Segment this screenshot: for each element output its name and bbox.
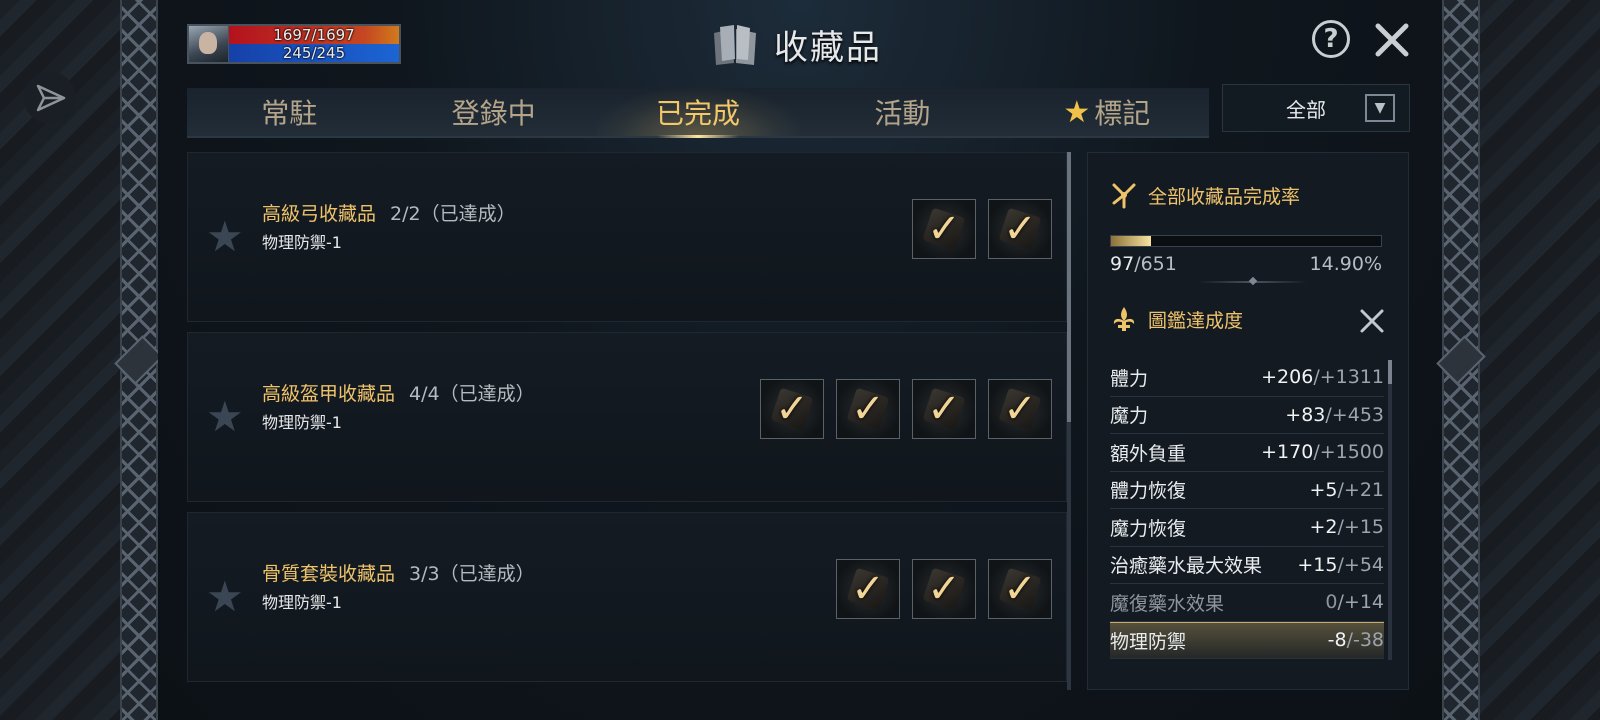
mark-star-icon[interactable]: ★	[206, 575, 244, 619]
send-icon	[36, 84, 66, 112]
check-icon: ✓	[1003, 566, 1037, 612]
filter-selected: 全部	[1286, 97, 1326, 122]
item-slot[interactable]: ✓	[912, 199, 976, 259]
stat-row: 體力 +206/+1311	[1110, 359, 1384, 397]
collapse-close-icon[interactable]	[1356, 305, 1388, 337]
mark-star-icon[interactable]: ★	[206, 215, 244, 259]
left-stone-background	[0, 0, 122, 720]
stat-row: 治癒藥水最大效果 +15/+54	[1110, 547, 1384, 584]
collection-card[interactable]: ★ 骨質套裝收藏品 3/3（已達成） 物理防禦-1 ✓ ✓ ✓	[187, 512, 1067, 682]
player-status: 1697/1697 245/245	[187, 24, 401, 64]
check-icon: ✓	[775, 386, 809, 432]
mark-star-icon[interactable]: ★	[206, 395, 244, 439]
check-icon: ✓	[851, 386, 885, 432]
completion-header: 全部收藏品完成率	[1110, 181, 1300, 209]
stat-row: 魔力恢復 +2/+15	[1110, 509, 1384, 547]
stat-row: 魔復藥水效果 0/+14	[1110, 584, 1384, 622]
right-chain-border	[1436, 0, 1486, 720]
check-icon: ✓	[1003, 386, 1037, 432]
divider	[1198, 281, 1308, 283]
collection-progress: 2/2（已達成）	[390, 203, 516, 225]
question-icon: ?	[1323, 24, 1339, 54]
collection-progress: 3/3（已達成）	[409, 563, 535, 585]
item-slot[interactable]: ✓	[836, 379, 900, 439]
tab-permanent[interactable]: 常駐	[187, 88, 391, 136]
right-stone-background	[1478, 0, 1600, 720]
collection-effect: 物理防禦-1	[262, 413, 342, 432]
stats-scrollbar[interactable]	[1388, 360, 1392, 660]
collection-card[interactable]: ★ 高級盔甲收藏品 4/4（已達成） 物理防禦-1 ✓ ✓ ✓ ✓	[187, 332, 1067, 502]
progress-fill	[1111, 236, 1152, 246]
collection-title: 高級盔甲收藏品	[262, 383, 396, 405]
codex-header: 圖鑑達成度	[1110, 305, 1243, 333]
item-slot[interactable]: ✓	[988, 199, 1052, 259]
collection-effect: 物理防禦-1	[262, 233, 342, 252]
tab-completed[interactable]: 已完成	[595, 88, 801, 138]
stat-row: 體力恢復 +5/+21	[1110, 472, 1384, 509]
check-icon: ✓	[851, 566, 885, 612]
item-slot[interactable]: ✓	[988, 379, 1052, 439]
check-icon: ✓	[927, 206, 961, 252]
completion-progress-bar	[1110, 235, 1382, 247]
collection-list: ★ 高級弓收藏品 2/2（已達成） 物理防禦-1 ✓ ✓ ★ 高級盔甲收藏品 4/4…	[187, 152, 1067, 690]
tab-marked[interactable]: ★ 標記	[1005, 88, 1209, 136]
title-area: 收藏品	[710, 20, 882, 69]
tab-event[interactable]: 活動	[800, 88, 1004, 136]
item-slots: ✓ ✓ ✓ ✓	[760, 379, 1052, 439]
item-slot[interactable]: ✓	[912, 559, 976, 619]
close-icon[interactable]	[1372, 20, 1412, 60]
collection-title: 高級弓收藏品	[262, 203, 377, 225]
stats-list: 體力 +206/+1311 魔力 +83/+453 額外負重 +170/+1500 體…	[1110, 359, 1384, 659]
send-button[interactable]	[24, 72, 76, 124]
check-icon: ✓	[1003, 206, 1037, 252]
list-scrollbar[interactable]	[1067, 152, 1071, 690]
check-icon: ✓	[927, 386, 961, 432]
avatar[interactable]	[189, 26, 229, 62]
item-slot[interactable]: ✓	[988, 559, 1052, 619]
collection-emblem-icon	[1112, 183, 1136, 209]
help-button[interactable]: ?	[1312, 20, 1350, 58]
item-slots: ✓ ✓ ✓	[836, 559, 1052, 619]
completion-percent: 14.90%	[1309, 253, 1382, 275]
stat-row: 魔力 +83/+453	[1110, 397, 1384, 434]
stat-row: 額外負重 +170/+1500	[1110, 434, 1384, 472]
star-icon: ★	[1063, 94, 1091, 130]
page-title: 收藏品	[774, 28, 882, 68]
tab-registering[interactable]: 登錄中	[391, 88, 595, 136]
collection-progress: 4/4（已達成）	[409, 383, 535, 405]
completion-count: 97/651	[1110, 253, 1177, 275]
item-slot[interactable]: ✓	[912, 379, 976, 439]
filter-dropdown[interactable]: 全部 ▼	[1222, 84, 1410, 132]
stat-row-highlighted: 物理防禦 -8/-38	[1110, 621, 1384, 659]
fleur-de-lis-icon	[1113, 307, 1135, 331]
collection-card[interactable]: ★ 高級弓收藏品 2/2（已達成） 物理防禦-1 ✓ ✓	[187, 152, 1067, 322]
item-slot[interactable]: ✓	[836, 559, 900, 619]
left-chain-border	[114, 0, 164, 720]
summary-panel: 全部收藏品完成率 97/651 14.90% 圖鑑達成度 體力 +206/+131…	[1087, 152, 1409, 690]
codex-title: 圖鑑達成度	[1148, 309, 1244, 332]
tab-bar: 常駐 登錄中 已完成 活動 ★ 標記	[187, 88, 1209, 138]
dropdown-arrow-icon: ▼	[1365, 94, 1395, 122]
collection-title: 骨質套裝收藏品	[262, 563, 396, 585]
item-slots: ✓ ✓	[912, 199, 1052, 259]
collection-effect: 物理防禦-1	[262, 593, 342, 612]
completion-title: 全部收藏品完成率	[1148, 185, 1301, 208]
hp-bar: 1697/1697	[229, 26, 399, 44]
collection-book-icon	[714, 24, 756, 65]
mp-bar: 245/245	[229, 44, 399, 62]
check-icon: ✓	[927, 566, 961, 612]
item-slot[interactable]: ✓	[760, 379, 824, 439]
